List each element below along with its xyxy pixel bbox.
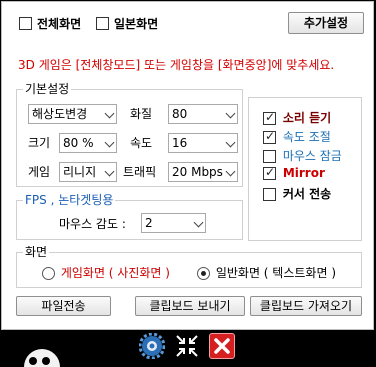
basic-settings-legend: 기본설정	[23, 82, 72, 96]
speed-control-checkbox[interactable]	[263, 129, 276, 144]
game-select[interactable]: 리니지	[59, 162, 117, 182]
mouse-lock-checkbox[interactable]	[263, 150, 276, 163]
traffic-select-value: 20 Mbps	[172, 165, 223, 179]
mouse-lock-label: 마우스 잠금	[282, 149, 342, 163]
option-cursor-transfer[interactable]: 커서 전송	[263, 185, 331, 202]
chevron-down-icon	[104, 108, 115, 119]
option-speed-control[interactable]: 속도 조절	[263, 128, 331, 145]
speed-select[interactable]: 16	[168, 133, 238, 153]
traffic-select[interactable]: 20 Mbps	[168, 162, 238, 182]
cursor-transfer-checkbox[interactable]	[263, 188, 276, 201]
chevron-down-icon	[225, 108, 236, 119]
normal-screen-text: 일반화면 ( 텍스트화면 )	[215, 266, 336, 280]
screen-group: 화면 게임화면 ( 사진화면 ) 일반화면 ( 텍스트화면 )	[16, 245, 362, 288]
chevron-down-icon	[225, 137, 236, 148]
game-screen-radio[interactable]	[42, 267, 55, 280]
game-screen-option[interactable]: 게임화면 ( 사진화면 )	[42, 264, 170, 281]
sound-label: 소리 듣기	[282, 111, 332, 125]
chevron-down-icon	[104, 166, 115, 177]
option-sound[interactable]: 소리 듣기	[263, 109, 331, 126]
close-icon[interactable]	[209, 333, 235, 359]
settings-panel: 전체화면 일본화면 추가설정 3D 게임은 [전체창모드] 또는 게임창을 [화…	[1, 1, 374, 330]
option-mirror[interactable]: Mirror	[263, 165, 325, 180]
option-mouse-lock[interactable]: 마우스 잠금	[263, 147, 342, 164]
sound-checkbox[interactable]	[263, 110, 276, 125]
quality-select[interactable]: 80	[168, 104, 238, 124]
game-screen-label: 게임화면 ( 사진화면 )	[60, 266, 170, 280]
bottom-toolbar	[0, 331, 376, 367]
chevron-down-icon	[193, 217, 204, 228]
game-select-value: 리니지	[63, 165, 97, 179]
size-label: 크기	[28, 136, 51, 150]
fps-legend: FPS , 논타겟팅용	[23, 193, 116, 207]
options-group: 소리 듣기 속도 조절 마우스 잠금 Mirror 커서 전송	[248, 97, 362, 241]
normal-screen-checkbox[interactable]	[96, 17, 109, 30]
basic-settings-group: 기본설정 해상도변경 화질 80 크기 80 % 속도 16 게임 리니지 트래…	[16, 82, 243, 187]
speed-control-label: 속도 조절	[282, 130, 331, 144]
clipboard-get-button[interactable]: 클립보드 가져오기	[250, 296, 362, 316]
speed-label: 속도	[130, 136, 153, 150]
clipboard-send-button[interactable]: 클립보드 보내기	[135, 296, 245, 316]
fullscreen-checkbox[interactable]	[19, 17, 32, 30]
normal-screen-radio[interactable]	[197, 267, 210, 280]
chevron-down-icon	[104, 137, 115, 148]
resolution-select[interactable]: 해상도변경	[28, 104, 117, 124]
screen-legend: 화면	[23, 245, 50, 259]
mouse-sensitivity-label: 마우스 감도 :	[59, 217, 126, 231]
file-transfer-button[interactable]: 파일전송	[16, 296, 111, 316]
settings-gear-icon[interactable]	[138, 332, 166, 360]
shrink-arrows-icon[interactable]	[174, 333, 200, 359]
add-settings-button[interactable]: 추가설정	[288, 12, 364, 34]
mirror-label: Mirror	[282, 166, 325, 180]
fps-group: FPS , 논타겟팅용 마우스 감도 : 2	[16, 193, 243, 240]
fullscreen-label: 전체화면	[37, 17, 82, 31]
normal-screen-label: 일본화면	[114, 17, 159, 31]
size-select-value: 80 %	[63, 136, 94, 150]
quality-label: 화질	[130, 107, 153, 121]
notice-text: 3D 게임은 [전체창모드] 또는 게임창을 [화면중앙]에 맞추세요.	[18, 58, 335, 72]
resolution-select-value: 해상도변경	[32, 107, 88, 121]
game-label: 게임	[28, 165, 51, 179]
normal-screen-option[interactable]: 일반화면 ( 텍스트화면 )	[197, 264, 336, 281]
quality-select-value: 80	[172, 107, 188, 121]
speed-select-value: 16	[172, 136, 188, 150]
traffic-label: 트래픽	[123, 165, 157, 179]
avatar	[24, 349, 60, 367]
mouse-sensitivity-select[interactable]: 2	[141, 213, 206, 233]
size-select[interactable]: 80 %	[59, 133, 117, 153]
mouse-sensitivity-value: 2	[145, 216, 153, 230]
mirror-checkbox[interactable]	[263, 165, 276, 180]
chevron-down-icon	[225, 166, 236, 177]
cursor-transfer-label: 커서 전송	[282, 187, 332, 201]
